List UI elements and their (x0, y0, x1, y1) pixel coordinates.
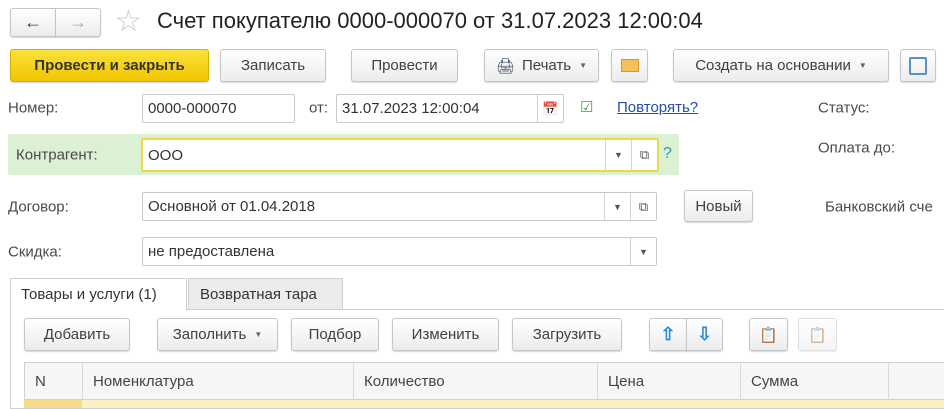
chevron-down-icon: ▼ (254, 330, 263, 339)
create-based-on-button[interactable]: Создать на основании ▼ (673, 49, 889, 82)
contract-label: Договор: (8, 198, 69, 216)
dropdown-icon[interactable]: ▼ (630, 238, 656, 265)
chevron-down-icon: ▼ (858, 61, 867, 70)
paste-button[interactable]: 📋 (798, 318, 837, 351)
forward-button[interactable]: → (55, 8, 101, 37)
selection-button[interactable]: Подбор (291, 318, 379, 351)
post-button[interactable]: Провести (351, 49, 458, 82)
status-label: Статус: (818, 99, 870, 117)
post-and-close-button[interactable]: Провести и закрыть (10, 49, 209, 82)
save-button[interactable]: Записать (220, 49, 326, 82)
open-icon[interactable]: ⧉ (631, 140, 657, 170)
arrow-left-icon: ← (24, 12, 42, 32)
column-price[interactable]: Цена (598, 363, 741, 400)
copy-button[interactable]: 📋 (749, 318, 788, 351)
printer-icon: 🖨 (495, 57, 515, 75)
number-label: Номер: (8, 99, 59, 117)
counterparty-label: Контрагент: (16, 146, 98, 164)
arrow-up-icon: ⇧ (660, 324, 676, 344)
counterparty-input[interactable]: ООО ▼ ⧉ (141, 138, 659, 172)
move-down-button[interactable]: ⇩ (686, 318, 723, 351)
open-icon[interactable]: ⧉ (630, 193, 656, 220)
edit-button[interactable]: Изменить (392, 318, 499, 351)
fill-button[interactable]: Заполнить ▼ (157, 318, 278, 351)
payment-due-label: Оплата до: (818, 139, 896, 157)
help-icon[interactable]: ? (663, 145, 672, 163)
row-number-cell (24, 400, 82, 408)
column-sum[interactable]: Сумма (741, 363, 889, 400)
structure-button[interactable] (900, 49, 936, 82)
discount-select[interactable]: не предоставлена ▼ (142, 237, 657, 266)
tab-returnable-packaging[interactable]: Возвратная тара (188, 278, 343, 309)
calendar-icon[interactable]: 📅 (537, 95, 563, 122)
favorite-star-icon[interactable]: ☆ (115, 4, 142, 39)
repeat-link[interactable]: Повторять? (617, 99, 698, 116)
dropdown-icon[interactable]: ▼ (605, 140, 631, 170)
arrow-right-icon: → (69, 12, 87, 32)
copy-icon: 📋 (759, 326, 778, 344)
date-input[interactable]: 31.07.2023 12:00:04 📅 (336, 94, 564, 123)
column-nomenclature[interactable]: Номенклатура (83, 363, 354, 400)
date-label: от: (309, 99, 329, 117)
table-row[interactable] (24, 400, 944, 408)
load-button[interactable]: Загрузить (512, 318, 622, 351)
dropdown-icon[interactable]: ▼ (604, 193, 630, 220)
new-contract-button[interactable]: Новый (684, 190, 753, 222)
checklist-icon[interactable]: ☑ (580, 98, 593, 116)
column-n[interactable]: N (25, 363, 83, 400)
table-header: N Номенклатура Количество Цена Сумма (24, 362, 944, 400)
bank-account-label: Банковский сче (825, 198, 933, 216)
tab-goods-services[interactable]: Товары и услуги (1) (10, 278, 187, 311)
envelope-icon (620, 59, 639, 72)
add-button[interactable]: Добавить (24, 318, 130, 351)
number-input[interactable]: 0000-000070 (142, 94, 295, 123)
back-button[interactable]: ← (10, 8, 56, 37)
discount-label: Скидка: (8, 243, 62, 261)
page-title: Счет покупателю 0000-000070 от 31.07.202… (157, 8, 703, 33)
chevron-down-icon: ▼ (579, 61, 588, 70)
structure-icon (909, 56, 927, 75)
paste-icon: 📋 (808, 326, 827, 344)
email-button[interactable] (611, 49, 648, 82)
arrow-down-icon: ⇩ (696, 324, 713, 344)
contract-input[interactable]: Основной от 01.04.2018 ▼ ⧉ (142, 192, 657, 221)
move-up-button[interactable]: ⇧ (649, 318, 687, 351)
print-button[interactable]: 🖨 Печать ▼ (484, 49, 599, 82)
column-quantity[interactable]: Количество (354, 363, 598, 400)
